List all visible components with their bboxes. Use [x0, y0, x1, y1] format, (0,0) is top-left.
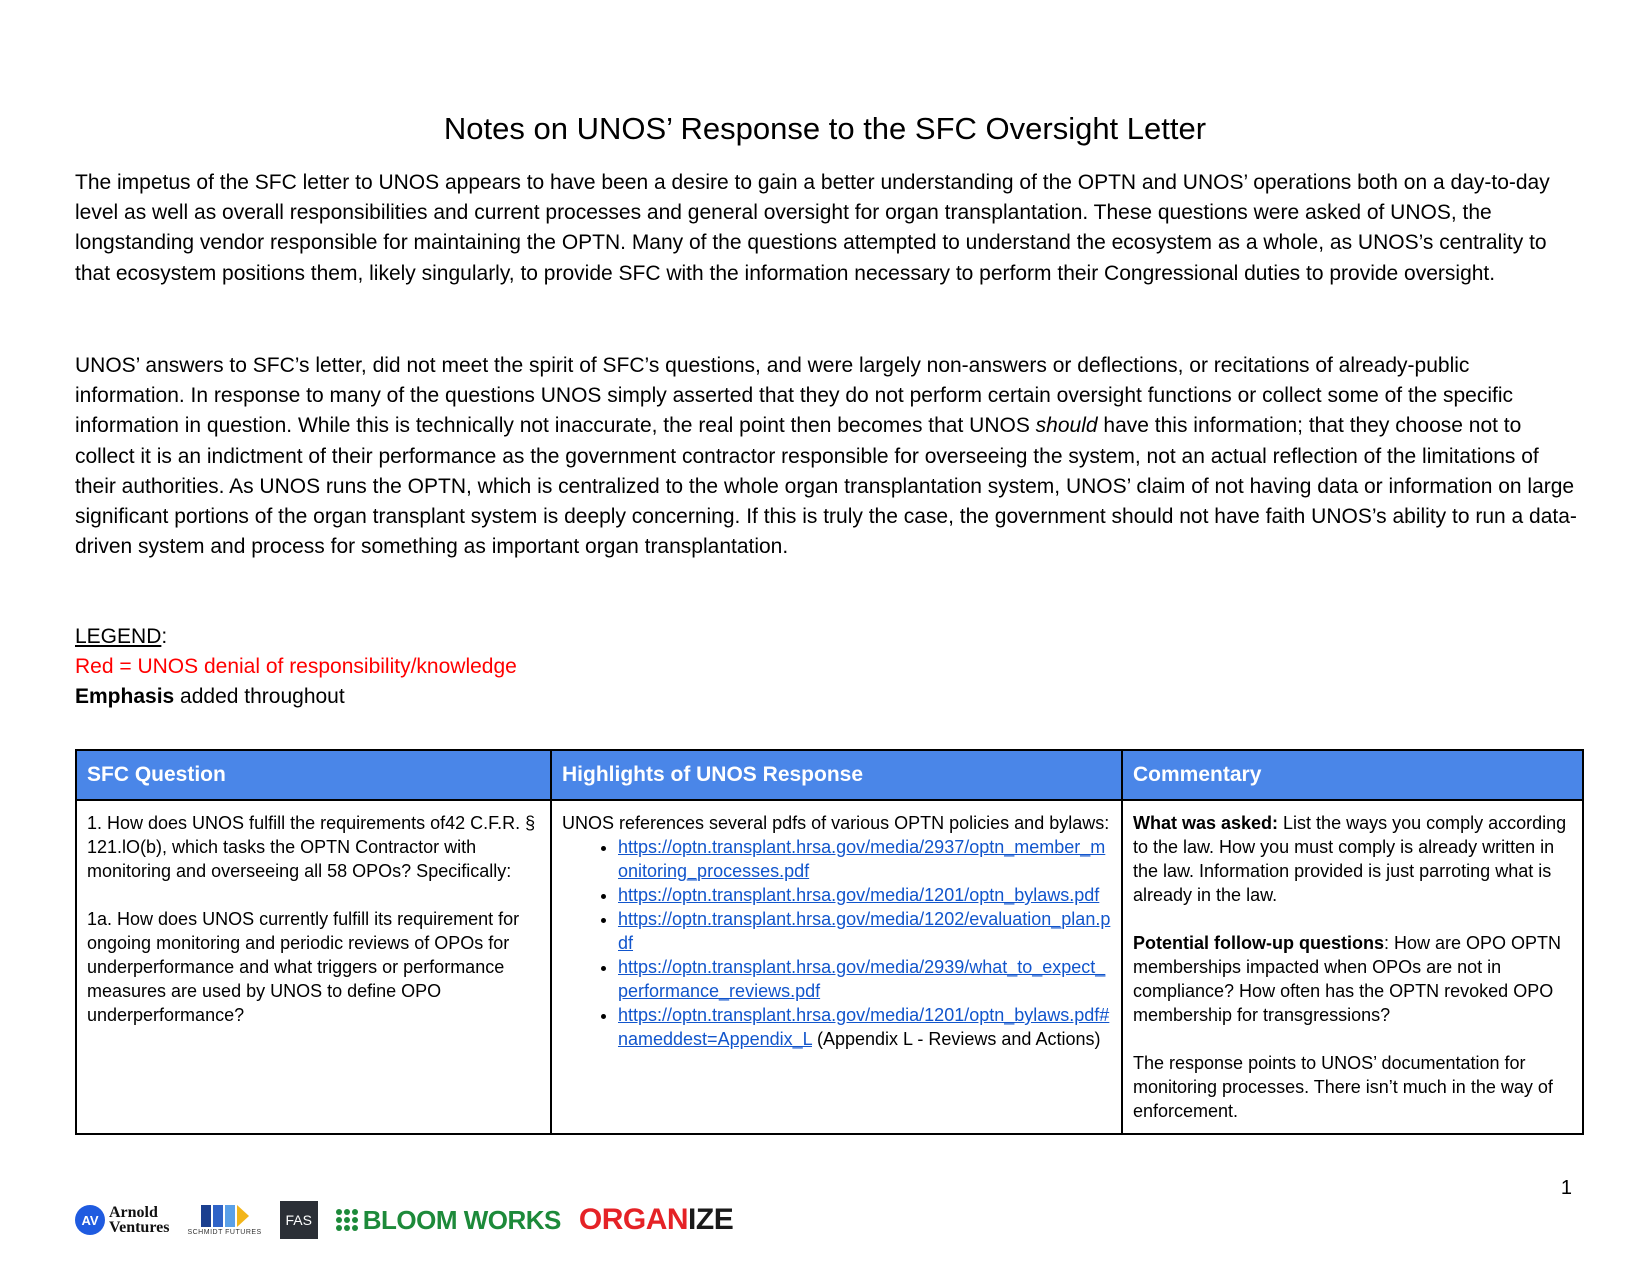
legend-label: LEGEND: [75, 625, 162, 648]
commentary-asked: What was asked: List the ways you comply…: [1133, 811, 1572, 907]
arnold-ventures-wordmark: Arnold Ventures: [109, 1204, 170, 1236]
organize-wordmark-red: ORGAN: [578, 1203, 689, 1236]
commentary-asked-label: What was asked:: [1133, 813, 1279, 833]
legend-red-entry: Red = UNOS denial of responsibility/know…: [75, 655, 517, 679]
question-sub: 1a. How does UNOS currently fulfill its …: [87, 909, 520, 1025]
ventures-word: Ventures: [109, 1219, 170, 1236]
page-number: 1: [1560, 1177, 1572, 1199]
legend-heading: LEGEND:: [75, 622, 517, 652]
link-member-monitoring[interactable]: https://optn.transplant.hrsa.gov/media/2…: [618, 837, 1105, 881]
link-evaluation-plan[interactable]: https://optn.transplant.hrsa.gov/media/1…: [618, 909, 1110, 953]
schmidt-futures-icon: [200, 1204, 249, 1227]
legend-emphasis-entry: Emphasis added throughout: [75, 682, 517, 712]
list-item: https://optn.transplant.hrsa.gov/media/1…: [618, 1003, 1111, 1051]
legend-emphasis-rest: added throughout: [174, 685, 345, 709]
legend-colon: :: [161, 625, 168, 648]
table-header-row: SFC Question Highlights of UNOS Response…: [75, 749, 1584, 801]
bloom-works-logo: BLOOM WORKS: [335, 1204, 562, 1236]
legend: LEGEND: Red = UNOS denial of responsibil…: [75, 622, 517, 713]
response-cell: UNOS references several pdfs of various …: [550, 799, 1123, 1135]
link-performance-reviews[interactable]: https://optn.transplant.hrsa.gov/media/2…: [618, 957, 1105, 1001]
header-commentary: Commentary: [1121, 749, 1584, 801]
question-main: 1. How does UNOS fulfill the requirement…: [87, 813, 536, 881]
arnold-word: Arnold: [109, 1204, 158, 1221]
organize-logo: ORGANIZE: [578, 1203, 734, 1237]
fas-logo: FAS: [279, 1201, 318, 1239]
arnold-ventures-logo: AV Arnold Ventures: [75, 1204, 170, 1236]
question-table: SFC Question Highlights of UNOS Response…: [75, 749, 1584, 1135]
table-row: 1. How does UNOS fulfill the requirement…: [75, 799, 1584, 1135]
question-cell: 1. How does UNOS fulfill the requirement…: [75, 799, 552, 1135]
link-optn-bylaws[interactable]: https://optn.transplant.hrsa.gov/media/1…: [618, 885, 1099, 905]
list-item: https://optn.transplant.hrsa.gov/media/2…: [618, 955, 1111, 1003]
commentary-followup: Potential follow-up questions: How are O…: [1133, 931, 1572, 1027]
intro-paragraph: The impetus of the SFC letter to UNOS ap…: [75, 171, 1550, 285]
bloom-works-wordmark: BLOOM WORKS: [362, 1204, 562, 1235]
organize-wordmark-dark: IZE: [688, 1203, 734, 1236]
appendix-l-note: (Appendix L - Reviews and Actions): [811, 1029, 1101, 1049]
header-sfc-question: SFC Question: [75, 749, 552, 801]
commentary-closing: The response points to UNOS’ documentati…: [1133, 1053, 1553, 1121]
page-title: Notes on UNOS’ Response to the SFC Overs…: [443, 111, 1207, 146]
list-item: https://optn.transplant.hrsa.gov/media/1…: [618, 907, 1111, 955]
response-intro: UNOS references several pdfs of various …: [562, 813, 1110, 833]
arnold-ventures-icon: AV: [75, 1205, 105, 1235]
schmidt-futures-wordmark: SCHMIDT FUTURES: [187, 1228, 262, 1236]
commentary-cell: What was asked: List the ways you comply…: [1121, 799, 1584, 1135]
analysis-italic-word: should: [1035, 414, 1098, 438]
footer-logos: AV Arnold Ventures SCHMIDT FUTURES FAS B…: [75, 1200, 734, 1240]
bloom-works-icon: [335, 1209, 358, 1231]
commentary-followup-label: Potential follow-up questions: [1133, 933, 1384, 953]
response-link-list: https://optn.transplant.hrsa.gov/media/2…: [562, 835, 1111, 1051]
schmidt-futures-logo: SCHMIDT FUTURES: [187, 1204, 262, 1236]
legend-emphasis-word: Emphasis: [75, 685, 175, 709]
list-item: https://optn.transplant.hrsa.gov/media/1…: [618, 883, 1111, 907]
analysis-paragraph: UNOS’ answers to SFC’s letter, did not m…: [75, 351, 1580, 562]
list-item: https://optn.transplant.hrsa.gov/media/2…: [618, 835, 1111, 883]
header-unos-response: Highlights of UNOS Response: [550, 749, 1123, 801]
